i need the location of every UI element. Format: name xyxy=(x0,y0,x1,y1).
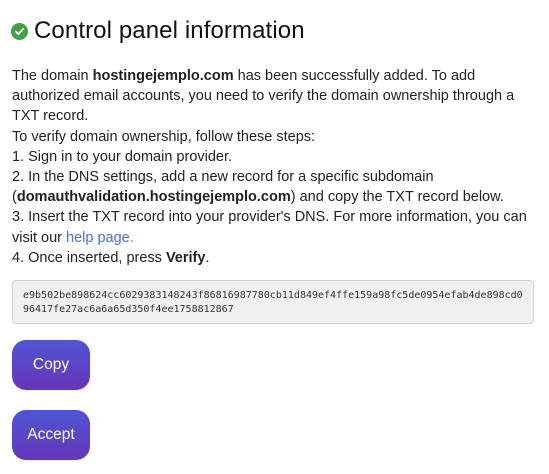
instructions: The domain hostingejemplo.com has been s… xyxy=(12,66,542,268)
step-2-suffix: ) and copy the TXT record below. xyxy=(290,189,504,206)
steps-heading: To verify domain ownership, follow these… xyxy=(12,128,316,145)
domain-name: hostingejemplo.com xyxy=(92,68,234,84)
step-4-prefix: 4. Once inserted, press xyxy=(12,249,166,266)
intro-prefix: The domain xyxy=(12,68,93,84)
copy-button[interactable]: Copy xyxy=(12,340,90,390)
help-page-link[interactable]: help page. xyxy=(66,230,134,246)
accept-button[interactable]: Accept xyxy=(12,410,90,460)
txt-record-box[interactable]: e9b502be898624cc6029383148243f8681698778… xyxy=(12,280,534,324)
check-circle-icon xyxy=(11,22,28,40)
step-1: 1. Sign in to your domain provider. xyxy=(12,148,233,165)
step-4: 4. Once inserted, press Verify. xyxy=(12,248,542,268)
page-title: Control panel information xyxy=(34,17,305,44)
panel-header: Control panel information xyxy=(11,17,305,45)
step-2: 2. In the DNS settings, add a new record… xyxy=(12,167,542,207)
step-3: 3. Insert the TXT record into your provi… xyxy=(12,207,542,247)
step-4-suffix: . xyxy=(205,249,210,266)
subdomain-name: domauthvalidation.hostingejemplo.com xyxy=(16,189,291,206)
verify-keyword: Verify xyxy=(165,249,206,266)
intro-text: The domain hostingejemplo.com has been s… xyxy=(12,66,542,127)
